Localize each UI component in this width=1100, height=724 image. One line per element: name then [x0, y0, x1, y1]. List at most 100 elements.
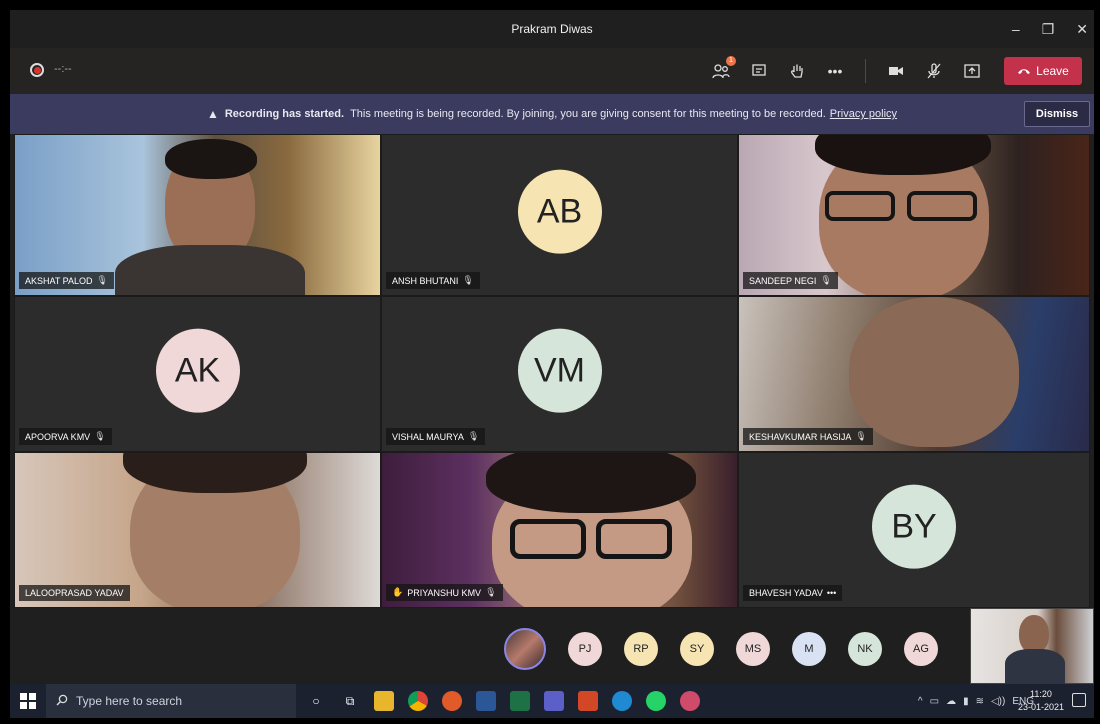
participant-name: BHAVESH YADAV: [749, 588, 823, 598]
window-title: Prakram Diwas: [511, 22, 593, 36]
taskbar-clock[interactable]: 11:20 23-01-2021: [1018, 688, 1064, 714]
participants-badge: 1: [726, 56, 736, 66]
participant-tile[interactable]: AKSHAT PALOD 🎙: [14, 134, 381, 296]
participant-tile[interactable]: KESHAVKUMAR HASIJA 🎙: [738, 296, 1090, 452]
mic-off-icon: 🎙: [485, 587, 497, 597]
participant-hair: [486, 453, 696, 513]
search-icon: [56, 694, 68, 709]
powerpoint-icon[interactable]: [578, 691, 598, 711]
more-actions-icon[interactable]: •••: [823, 59, 847, 83]
self-view-video[interactable]: [970, 608, 1094, 685]
participant-tile[interactable]: BY BHAVESH YADAV •••: [738, 452, 1090, 608]
wifi-icon[interactable]: ≋: [976, 696, 984, 707]
mic-off-icon[interactable]: [922, 59, 946, 83]
share-tray-icon[interactable]: [960, 59, 984, 83]
self-shirt: [1005, 649, 1065, 685]
meeting-controls: 1 •••: [709, 48, 984, 94]
participant-tile[interactable]: AK APOORVA KMV 🎙: [14, 296, 381, 452]
self-face: [1019, 615, 1049, 653]
participant-bubble[interactable]: M: [792, 632, 826, 666]
avatar: AB: [517, 169, 602, 254]
cloud-icon[interactable]: ☁: [946, 696, 956, 707]
chevron-up-icon[interactable]: ^: [918, 696, 923, 707]
name-tag: VISHAL MAURYA 🎙: [386, 428, 486, 445]
mic-off-icon: 🎙: [855, 431, 867, 441]
participant-bubble[interactable]: RP: [624, 632, 658, 666]
participants-strip: PJ RP SY MS M NK AG: [10, 608, 1094, 685]
participant-tile[interactable]: VM VISHAL MAURYA 🎙: [381, 296, 738, 452]
mic-off-icon: 🎙: [96, 275, 108, 285]
avatar: BY: [872, 484, 956, 569]
maximize-button[interactable]: ❐: [1042, 21, 1055, 38]
warning-icon: ▲: [206, 107, 219, 121]
teams-icon[interactable]: [544, 691, 564, 711]
whatsapp-icon[interactable]: [646, 691, 666, 711]
participant-bubble[interactable]: MS: [736, 632, 770, 666]
chat-icon[interactable]: [747, 59, 771, 83]
participant-name: AKSHAT PALOD: [25, 275, 93, 286]
name-tag: APOORVA KMV 🎙: [19, 428, 112, 445]
toolbar-divider: [865, 59, 866, 83]
taskbar-apps: ○ ⧉: [306, 684, 700, 718]
chrome-icon[interactable]: [408, 691, 428, 711]
participant-tile[interactable]: AB ANSH BHUTANI 🎙: [381, 134, 738, 296]
name-tag: AKSHAT PALOD 🎙: [19, 272, 114, 289]
name-tag: ✋ PRIYANSHU KMV 🎙: [386, 584, 503, 601]
word-icon[interactable]: [476, 691, 496, 711]
minimize-button[interactable]: –: [1012, 21, 1020, 37]
participant-name: KESHAVKUMAR HASIJA: [749, 431, 852, 442]
participant-bubbles: PJ RP SY MS M NK AG: [504, 628, 938, 670]
participant-bubble[interactable]: AG: [904, 632, 938, 666]
network-icon[interactable]: ▭: [930, 696, 939, 707]
clock-date: 23-01-2021: [1017, 702, 1064, 712]
window-controls: – ❐ ✕: [1012, 10, 1088, 48]
excel-icon[interactable]: [510, 691, 530, 711]
participant-tile[interactable]: SANDEEP NEGI 🎙: [738, 134, 1090, 296]
participant-bubble[interactable]: NK: [848, 632, 882, 666]
phone-hangup-icon: [1017, 64, 1031, 78]
close-button[interactable]: ✕: [1076, 21, 1088, 38]
app-icon[interactable]: [680, 691, 700, 711]
name-tag: KESHAVKUMAR HASIJA 🎙: [743, 428, 873, 445]
media-player-icon[interactable]: [442, 691, 462, 711]
mic-off-icon: 🎙: [820, 275, 832, 285]
glasses-icon: [825, 191, 895, 221]
clock-time: 11:20: [1030, 689, 1052, 699]
banner-title: Recording has started.: [224, 108, 345, 120]
participant-hair: [165, 139, 257, 179]
privacy-policy-link[interactable]: Privacy policy: [830, 108, 897, 120]
raise-hand-icon[interactable]: [785, 59, 809, 83]
name-tag: LALOOPRASAD YADAV: [19, 585, 130, 601]
participant-name: LALOOPRASAD YADAV: [25, 588, 124, 598]
leave-button[interactable]: Leave: [1004, 57, 1082, 85]
mic-off-icon: 🎙: [467, 431, 480, 441]
battery-icon[interactable]: ▮: [963, 696, 969, 707]
glasses-icon: [907, 191, 977, 221]
task-view-icon[interactable]: ⧉: [340, 691, 360, 711]
participant-tile[interactable]: ✋ PRIYANSHU KMV 🎙: [381, 452, 738, 608]
avatar: VM: [517, 328, 602, 413]
notification-icon[interactable]: [1072, 693, 1086, 707]
mic-off-icon: 🎙: [94, 431, 106, 441]
volume-icon[interactable]: ◁)): [991, 696, 1005, 707]
windows-taskbar: Type here to search ○ ⧉ ^ ▭ ☁ ▮ ≋ ◁)) EN…: [10, 684, 1094, 718]
system-tray: ^ ▭ ☁ ▮ ≋ ◁)) ENG: [918, 684, 1034, 718]
avatar: AK: [155, 328, 240, 413]
camera-icon[interactable]: [884, 59, 908, 83]
search-placeholder: Type here to search: [76, 694, 183, 708]
edge-icon[interactable]: [612, 691, 632, 711]
dismiss-button[interactable]: Dismiss: [1024, 101, 1090, 127]
more-options-icon[interactable]: •••: [827, 588, 836, 598]
file-explorer-icon[interactable]: [374, 691, 394, 711]
participant-bubble[interactable]: PJ: [568, 632, 602, 666]
participant-tile[interactable]: LALOOPRASAD YADAV: [14, 452, 381, 608]
taskbar-search[interactable]: Type here to search: [46, 684, 296, 718]
participant-shirt: [115, 245, 305, 295]
windows-start-icon[interactable]: [20, 693, 36, 709]
leave-label: Leave: [1036, 64, 1069, 78]
participant-avatar-photo[interactable]: [504, 628, 546, 670]
cortana-icon[interactable]: ○: [306, 691, 326, 711]
participants-icon[interactable]: 1: [709, 56, 736, 83]
participant-bubble[interactable]: SY: [680, 632, 714, 666]
name-tag: SANDEEP NEGI 🎙: [743, 272, 838, 289]
